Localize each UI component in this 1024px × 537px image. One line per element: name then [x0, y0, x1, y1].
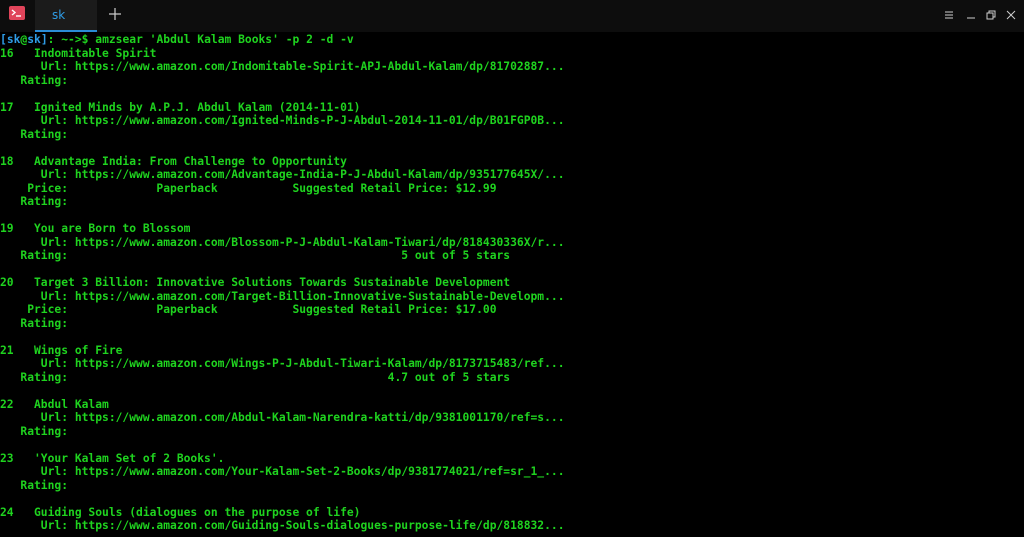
- terminal-window: sk [sk@sk]: ~->$ amzsear 'Abdul Kalam Bo…: [0, 0, 1024, 537]
- menu-icon[interactable]: [942, 8, 956, 22]
- output-line: 19 You are Born to Blossom: [0, 222, 191, 235]
- output-line: Rating:: [0, 73, 69, 87]
- prompt-open-bracket: [: [0, 33, 7, 46]
- output-line: Url: https://www.amazon.com/Ignited-Mind…: [0, 114, 565, 127]
- output-line: Url: https://www.amazon.com/Advantage-In…: [0, 168, 565, 181]
- output-line: Url: https://www.amazon.com/Indomitable-…: [0, 60, 565, 73]
- output-line: Rating:: [0, 195, 69, 208]
- restore-icon[interactable]: [984, 8, 998, 22]
- prompt-close-bracket: ]: [40, 33, 48, 46]
- output-line: Price: Paperback Suggested Retail Price:…: [0, 303, 497, 316]
- command-output: 16 Indomitable Spirit Url: https://www.a…: [0, 47, 1024, 533]
- minimize-icon[interactable]: [964, 8, 978, 22]
- output-line: Rating:: [0, 478, 69, 492]
- output-line: Rating:: [0, 316, 69, 330]
- output-line: Rating: 4.7 out of 5 stars: [0, 370, 511, 384]
- output-line: 18 Advantage India: From Challenge to Op…: [0, 154, 347, 168]
- plus-icon[interactable]: [106, 5, 124, 23]
- output-line: 16 Indomitable Spirit: [0, 46, 157, 60]
- command-prompt-line: [sk@sk]: ~->$ amzsear 'Abdul Kalam Books…: [0, 33, 1024, 47]
- prompt-host: sk: [27, 33, 41, 46]
- output-line: 24 Guiding Souls (dialogues on the purpo…: [0, 505, 361, 519]
- output-line: Url: https://www.amazon.com/Target-Billi…: [0, 289, 565, 303]
- output-line: Url: https://www.amazon.com/Blossom-P-J-…: [0, 235, 565, 249]
- output-line: 17 Ignited Minds by A.P.J. Abdul Kalam (…: [0, 100, 361, 114]
- output-line: 22 Abdul Kalam: [0, 397, 109, 411]
- output-line: Url: https://www.amazon.com/Guiding-Soul…: [0, 519, 565, 532]
- tab-sk[interactable]: sk: [35, 0, 97, 32]
- prompt-path: : ~->$: [47, 33, 96, 46]
- output-line: Rating:: [0, 127, 69, 141]
- close-icon[interactable]: [1004, 8, 1018, 22]
- output-line: Url: https://www.amazon.com/Abdul-Kalam-…: [0, 411, 565, 424]
- terminal-icon[interactable]: [9, 6, 25, 20]
- output-line: 20 Target 3 Billion: Innovative Solution…: [0, 276, 511, 289]
- output-line: Price: Paperback Suggested Retail Price:…: [0, 181, 497, 195]
- output-line: Url: https://www.amazon.com/Your-Kalam-S…: [0, 465, 565, 478]
- output-line: Rating: 5 out of 5 stars: [0, 249, 511, 262]
- output-line: Rating:: [0, 424, 69, 438]
- command-text: amzsear 'Abdul Kalam Books' -p 2 -d -v: [95, 33, 354, 46]
- terminal-output[interactable]: [sk@sk]: ~->$ amzsear 'Abdul Kalam Books…: [0, 33, 1024, 537]
- tab-label: sk: [52, 8, 66, 22]
- output-line: 21 Wings of Fire: [0, 343, 123, 357]
- title-bar: sk: [0, 0, 1024, 32]
- output-line: Url: https://www.amazon.com/Wings-P-J-Ab…: [0, 357, 565, 370]
- output-line: 23 'Your Kalam Set of 2 Books'.: [0, 451, 225, 465]
- prompt-user: sk: [6, 33, 21, 46]
